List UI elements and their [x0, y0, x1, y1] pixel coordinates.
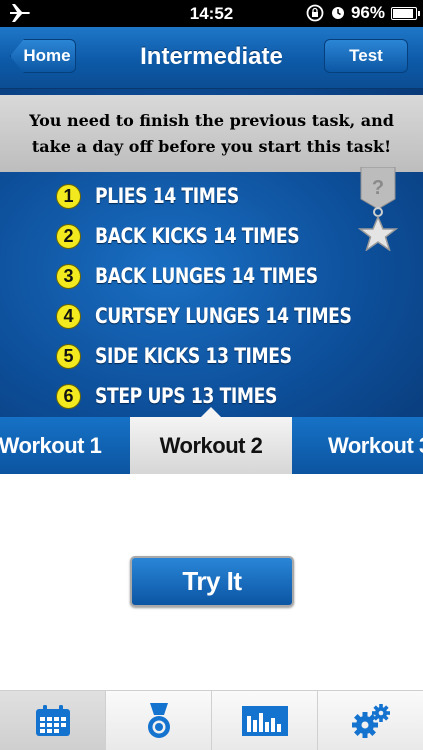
task-label: STEP UPS 13 TIMES — [95, 384, 277, 408]
workout-tabs: Workout 1 Workout 2 Workout 3 — [0, 417, 423, 474]
task-number: 1 — [56, 183, 81, 209]
task-label: SIDE KICKS 13 TIMES — [95, 344, 292, 368]
list-item: 6 STEP UPS 13 TIMES — [56, 376, 408, 416]
task-list: 1 PLIES 14 TIMES 2 BACK KICKS 14 TIMES 3… — [56, 176, 408, 416]
list-item: 5 SIDE KICKS 13 TIMES — [56, 336, 408, 376]
task-label: BACK KICKS 14 TIMES — [95, 224, 300, 248]
navigation-bar: Home Intermediate Test — [0, 27, 423, 89]
tabbar-item-settings[interactable] — [318, 691, 423, 750]
tab-workout-2[interactable]: Workout 2 — [130, 417, 292, 474]
task-label: CURTSEY LUNGES 14 TIMES — [95, 304, 352, 328]
battery-percent: 96% — [350, 3, 385, 22]
rotation-lock-icon — [306, 4, 324, 22]
tab-workout-3[interactable]: Workout 3 — [318, 417, 423, 474]
list-item: 2 BACK KICKS 14 TIMES — [56, 216, 408, 256]
locked-medal-icon: ? — [357, 167, 399, 251]
task-number: 2 — [56, 223, 81, 249]
workout-panel: You need to finish the previous task, an… — [0, 89, 423, 417]
medal-icon — [147, 702, 170, 738]
tab-workout-1[interactable]: Workout 1 — [0, 417, 130, 474]
list-item: 1 PLIES 14 TIMES — [56, 176, 408, 216]
notice-banner: You need to finish the previous task, an… — [0, 95, 423, 172]
task-number: 5 — [56, 343, 81, 369]
medal-symbol: ? — [372, 177, 384, 199]
try-it-button[interactable]: Try It — [130, 556, 294, 607]
tabbar-item-calendar[interactable] — [0, 691, 106, 750]
tabbar-item-stats[interactable] — [212, 691, 318, 750]
task-number: 6 — [56, 383, 81, 409]
task-number: 3 — [56, 263, 81, 289]
list-item: 4 CURTSEY LUNGES 14 TIMES — [56, 296, 408, 336]
content-area: Try It — [0, 474, 423, 690]
task-label: BACK LUNGES 14 TIMES — [95, 264, 318, 288]
calendar-icon — [35, 704, 70, 736]
tabbar-item-medals[interactable] — [106, 691, 212, 750]
task-label: PLIES 14 TIMES — [95, 184, 239, 208]
task-number: 4 — [56, 303, 81, 329]
bottom-tab-bar — [0, 690, 423, 750]
selected-tab-pointer — [201, 407, 221, 417]
stats-icon — [241, 705, 288, 736]
alarm-icon — [331, 7, 344, 19]
test-button[interactable]: Test — [324, 39, 408, 73]
settings-icon — [351, 703, 390, 738]
battery-icon — [391, 6, 420, 20]
list-item: 3 BACK LUNGES 14 TIMES — [56, 256, 408, 296]
status-bar: 14:52 96% — [0, 0, 423, 27]
